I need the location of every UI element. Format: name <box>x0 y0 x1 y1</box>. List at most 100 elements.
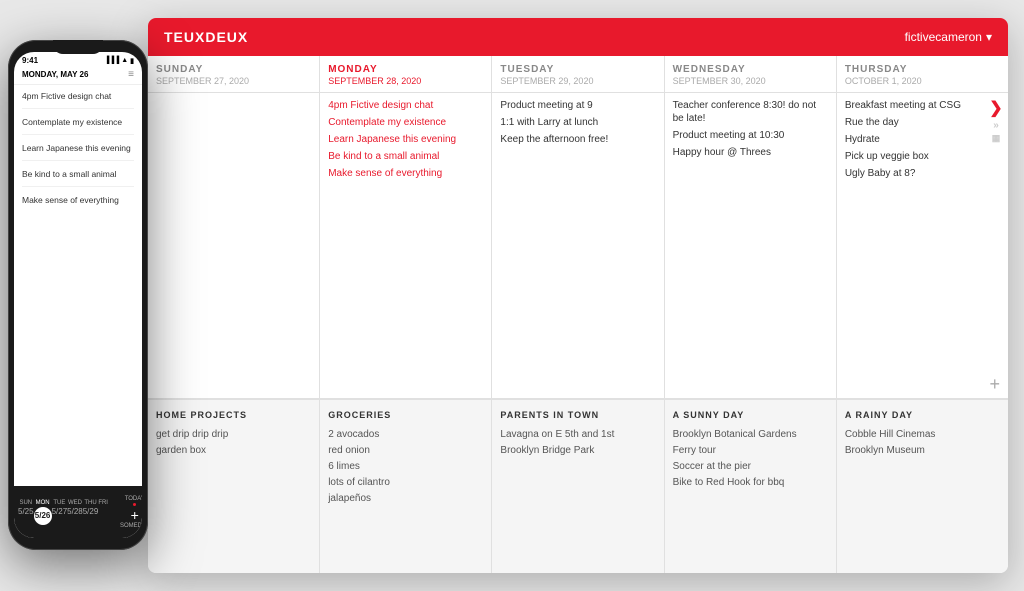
day-col-tuesday: TUESDAY SEPTEMBER 29, 2020 Product meeti… <box>492 56 664 398</box>
list-item[interactable]: Ferry tour <box>673 444 828 457</box>
next-week-arrow[interactable]: ❯ <box>989 98 1002 118</box>
list-item[interactable]: Brooklyn Bridge Park <box>500 444 655 457</box>
day-date-tuesday: SEPTEMBER 29, 2020 <box>500 76 655 86</box>
phone-nav-days: SUN 5/25 MON 5/26 TUE 5/27 WED 5/28 <box>14 500 112 525</box>
day-date-sunday: SEPTEMBER 27, 2020 <box>156 76 311 86</box>
list-item[interactable]: red onion <box>328 444 483 457</box>
task-item[interactable]: Keep the afternoon free! <box>500 133 655 146</box>
calendar-area: SUNDAY SEPTEMBER 27, 2020 MONDAY SEPTEMB… <box>148 56 1008 573</box>
list-item[interactable]: jalapeños <box>328 492 483 505</box>
list-item[interactable]: Cobble Hill Cinemas <box>845 428 1000 441</box>
signal-icon: ▐▐▐ <box>104 57 119 64</box>
list-item[interactable]: 6 limes <box>328 460 483 473</box>
phone-task-item[interactable]: Contemplate my existence <box>22 117 134 135</box>
phone-bottom-actions: TODAY + SOMEDAY <box>112 496 142 529</box>
fast-forward-icon[interactable]: » <box>993 120 999 131</box>
phone-notch <box>53 40 103 54</box>
day-header-thursday: THURSDAY OCTOBER 1, 2020 <box>837 56 1008 93</box>
phone-menu-icon[interactable]: ≡ <box>128 69 134 80</box>
phone-nav-day-fri[interactable]: FRI <box>98 500 108 525</box>
phone-today-button[interactable]: TODAY <box>125 496 142 502</box>
task-item[interactable]: 1:1 with Larry at lunch <box>500 116 655 129</box>
app-logo: TEUXDEUX <box>164 29 248 45</box>
phone-date: MONDAY, MAY 26 <box>22 70 88 79</box>
day-name-sunday: SUNDAY <box>156 64 311 75</box>
day-header-monday: MONDAY SEPTEMBER 28, 2020 <box>320 56 491 93</box>
task-item[interactable]: 4pm Fictive design chat <box>328 99 483 112</box>
list-groceries: GROCERIES 2 avocados red onion 6 limes l… <box>320 400 492 573</box>
phone-nav-day-tue[interactable]: TUE 5/27 <box>52 500 68 525</box>
task-item[interactable]: Make sense of everything <box>328 167 483 180</box>
day-tasks-wednesday[interactable]: Teacher conference 8:30! do not be late!… <box>665 93 836 398</box>
phone-task-item[interactable]: Be kind to a small animal <box>22 169 134 187</box>
list-item[interactable]: garden box <box>156 444 311 457</box>
day-date-thursday: OCTOBER 1, 2020 <box>845 76 1000 86</box>
list-item[interactable]: lots of cilantro <box>328 476 483 489</box>
list-title-groceries: GROCERIES <box>328 410 483 420</box>
task-item[interactable]: Learn Japanese this evening <box>328 133 483 146</box>
user-menu[interactable]: fictivecameron ▾ <box>905 30 992 44</box>
add-task-button[interactable]: + <box>989 374 1000 395</box>
app-header: TEUXDEUX fictivecameron ▾ <box>148 18 1008 56</box>
phone-task-item[interactable]: Make sense of everything <box>22 195 134 212</box>
username: fictivecameron <box>905 30 982 44</box>
phone-task-item[interactable]: Learn Japanese this evening <box>22 143 134 161</box>
phone-task-item[interactable]: 4pm Fictive design chat <box>22 91 134 109</box>
day-tasks-monday[interactable]: 4pm Fictive design chat Contemplate my e… <box>320 93 491 398</box>
day-tasks-sunday[interactable] <box>148 93 319 398</box>
list-item[interactable]: get drip drip drip <box>156 428 311 441</box>
calendar-icon[interactable]: ▦ <box>992 133 1001 144</box>
user-chevron-icon: ▾ <box>986 30 992 44</box>
days-grid: SUNDAY SEPTEMBER 27, 2020 MONDAY SEPTEMB… <box>148 56 1008 398</box>
task-item[interactable]: Contemplate my existence <box>328 116 483 129</box>
day-tasks-thursday[interactable]: Breakfast meeting at CSG Rue the day Hyd… <box>837 93 1008 398</box>
task-item[interactable]: Be kind to a small animal <box>328 150 483 163</box>
battery-icon: ▮ <box>130 57 134 65</box>
list-item[interactable]: 2 avocados <box>328 428 483 441</box>
phone-body: 9:41 ▐▐▐ ▲ ▮ MONDAY, MAY 26 ≡ 4pm Fictiv… <box>8 40 148 550</box>
list-item[interactable]: Lavagna on E 5th and 1st <box>500 428 655 441</box>
day-name-thursday: THURSDAY <box>845 64 1000 75</box>
list-title-a-sunny-day: A SUNNY DAY <box>673 410 828 420</box>
phone-someday-button[interactable]: SOMEDAY <box>120 523 142 529</box>
phone-status-bar: 9:41 ▐▐▐ ▲ ▮ <box>14 52 142 67</box>
phone-nav-day-mon[interactable]: MON 5/26 <box>34 500 52 525</box>
list-title-parents-in-town: PARENTS IN TOWN <box>500 410 655 420</box>
task-item[interactable]: Ugly Baby at 8? <box>845 167 1000 180</box>
phone-nav-day-thu[interactable]: THU 5/29 <box>83 500 99 525</box>
phone-device: 9:41 ▐▐▐ ▲ ▮ MONDAY, MAY 26 ≡ 4pm Fictiv… <box>8 40 153 560</box>
list-item[interactable]: Brooklyn Museum <box>845 444 1000 457</box>
day-name-tuesday: TUESDAY <box>500 64 655 75</box>
task-item[interactable]: Product meeting at 10:30 <box>673 129 828 142</box>
phone-time: 9:41 <box>22 56 38 65</box>
day-col-monday: MONDAY SEPTEMBER 28, 2020 4pm Fictive de… <box>320 56 492 398</box>
list-item[interactable]: Brooklyn Botanical Gardens <box>673 428 828 441</box>
phone-today-dot <box>133 503 136 506</box>
day-tasks-tuesday[interactable]: Product meeting at 9 1:1 with Larry at l… <box>492 93 663 398</box>
task-item[interactable]: Product meeting at 9 <box>500 99 655 112</box>
task-item[interactable]: Breakfast meeting at CSG <box>845 99 1000 112</box>
day-name-wednesday: WEDNESDAY <box>673 64 828 75</box>
list-parents-in-town: PARENTS IN TOWN Lavagna on E 5th and 1st… <box>492 400 664 573</box>
phone-tasks[interactable]: 4pm Fictive design chat Contemplate my e… <box>14 85 142 486</box>
day-col-wednesday: WEDNESDAY SEPTEMBER 30, 2020 Teacher con… <box>665 56 837 398</box>
task-item[interactable]: Happy hour @ Threes <box>673 146 828 159</box>
task-item[interactable]: Pick up veggie box <box>845 150 1000 163</box>
list-a-rainy-day: A RAINY DAY Cobble Hill Cinemas Brooklyn… <box>837 400 1008 573</box>
list-item[interactable]: Bike to Red Hook for bbq <box>673 476 828 489</box>
phone-status-icons: ▐▐▐ ▲ ▮ <box>104 57 134 65</box>
list-title-home-projects: HOME PROJECTS <box>156 410 311 420</box>
list-item[interactable]: Soccer at the pier <box>673 460 828 473</box>
lists-section: HOME PROJECTS get drip drip drip garden … <box>148 398 1008 573</box>
desktop-app-window: TEUXDEUX fictivecameron ▾ SUNDAY SEPTEMB… <box>148 18 1008 573</box>
phone-screen: 9:41 ▐▐▐ ▲ ▮ MONDAY, MAY 26 ≡ 4pm Fictiv… <box>14 52 142 538</box>
phone-nav-day-wed[interactable]: WED 5/28 <box>67 500 83 525</box>
day-header-tuesday: TUESDAY SEPTEMBER 29, 2020 <box>492 56 663 93</box>
task-item[interactable]: Rue the day <box>845 116 1000 129</box>
task-item[interactable]: Teacher conference 8:30! do not be late! <box>673 99 828 125</box>
phone-nav-day-sun[interactable]: SUN 5/25 <box>18 500 34 525</box>
task-item[interactable]: Hydrate <box>845 133 1000 146</box>
phone-add-button[interactable]: + <box>131 507 139 523</box>
phone-date-line: MONDAY, MAY 26 ≡ <box>22 69 134 80</box>
day-col-sunday: SUNDAY SEPTEMBER 27, 2020 <box>148 56 320 398</box>
